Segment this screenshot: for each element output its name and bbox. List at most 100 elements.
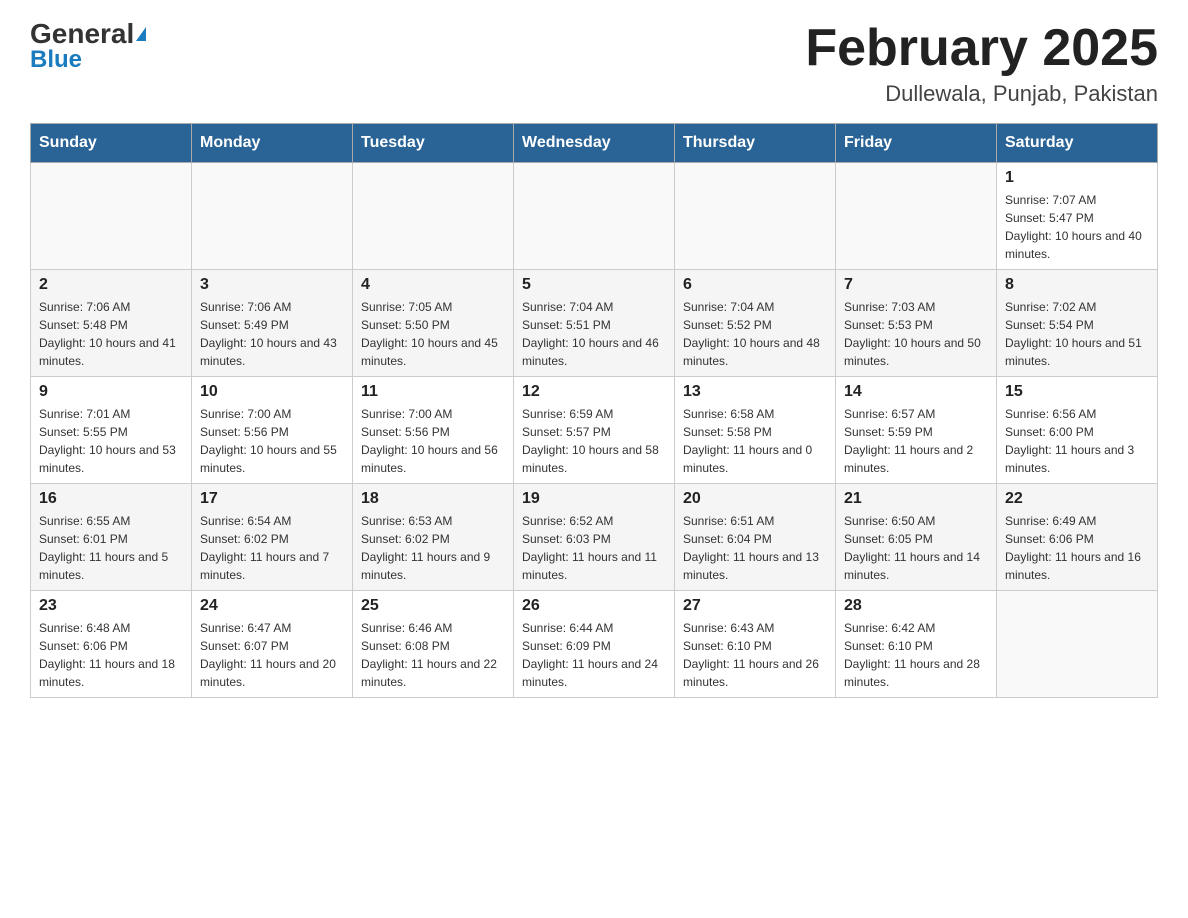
- day-number: 8: [1005, 276, 1149, 294]
- calendar-cell: [192, 163, 353, 270]
- logo-triangle-icon: [136, 27, 146, 41]
- calendar-cell: 7 Sunrise: 7:03 AM Sunset: 5:53 PM Daylig…: [836, 270, 997, 377]
- day-info: Sunrise: 6:47 AM Sunset: 6:07 PM Dayligh…: [200, 619, 344, 691]
- calendar-cell: [675, 163, 836, 270]
- calendar-row: 16 Sunrise: 6:55 AM Sunset: 6:01 PM Dayli…: [31, 484, 1158, 591]
- calendar-cell: [31, 163, 192, 270]
- calendar-row: 9Sunrise: 7:01 AM Sunset: 5:55 PM Daylig…: [31, 377, 1158, 484]
- weekday-header-wednesday: Wednesday: [514, 124, 675, 163]
- calendar-cell: 20 Sunrise: 6:51 AM Sunset: 6:04 PM Dayli…: [675, 484, 836, 591]
- calendar-cell: [514, 163, 675, 270]
- calendar-cell: 28 Sunrise: 6:42 AM Sunset: 6:10 PM Dayli…: [836, 591, 997, 698]
- day-number: 21: [844, 490, 988, 508]
- day-number: 26: [522, 597, 666, 615]
- title-area: February 2025 Dullewala, Punjab, Pakista…: [805, 20, 1158, 107]
- day-number: 25: [361, 597, 505, 615]
- day-info: Sunrise: 7:06 AM Sunset: 5:49 PM Dayligh…: [200, 298, 344, 370]
- calendar-cell: 2 Sunrise: 7:06 AM Sunset: 5:48 PM Daylig…: [31, 270, 192, 377]
- day-number: 11: [361, 383, 505, 401]
- calendar-cell: 1 Sunrise: 7:07 AM Sunset: 5:47 PM Daylig…: [997, 163, 1158, 270]
- day-number: 12: [522, 383, 666, 401]
- calendar-cell: 11Sunrise: 7:00 AM Sunset: 5:56 PM Dayli…: [353, 377, 514, 484]
- day-info: Sunrise: 7:04 AM Sunset: 5:52 PM Dayligh…: [683, 298, 827, 370]
- calendar-cell: 23 Sunrise: 6:48 AM Sunset: 6:06 PM Dayli…: [31, 591, 192, 698]
- weekday-header-friday: Friday: [836, 124, 997, 163]
- calendar-cell: 12Sunrise: 6:59 AM Sunset: 5:57 PM Dayli…: [514, 377, 675, 484]
- weekday-header-row: SundayMondayTuesdayWednesdayThursdayFrid…: [31, 124, 1158, 163]
- calendar-row: 1 Sunrise: 7:07 AM Sunset: 5:47 PM Daylig…: [31, 163, 1158, 270]
- calendar-cell: 19 Sunrise: 6:52 AM Sunset: 6:03 PM Dayli…: [514, 484, 675, 591]
- day-info: Sunrise: 6:55 AM Sunset: 6:01 PM Dayligh…: [39, 512, 183, 584]
- day-info: Sunrise: 6:46 AM Sunset: 6:08 PM Dayligh…: [361, 619, 505, 691]
- logo: General Blue: [30, 20, 146, 72]
- logo-blue: Blue: [30, 48, 82, 72]
- day-info: Sunrise: 6:56 AM Sunset: 6:00 PM Dayligh…: [1005, 405, 1149, 477]
- day-number: 20: [683, 490, 827, 508]
- day-info: Sunrise: 7:02 AM Sunset: 5:54 PM Dayligh…: [1005, 298, 1149, 370]
- calendar-cell: 10 Sunrise: 7:00 AM Sunset: 5:56 PM Dayli…: [192, 377, 353, 484]
- calendar-cell: [836, 163, 997, 270]
- day-info: Sunrise: 6:52 AM Sunset: 6:03 PM Dayligh…: [522, 512, 666, 584]
- calendar-cell: 21 Sunrise: 6:50 AM Sunset: 6:05 PM Dayli…: [836, 484, 997, 591]
- day-info: Sunrise: 7:03 AM Sunset: 5:53 PM Dayligh…: [844, 298, 988, 370]
- day-info: Sunrise: 6:48 AM Sunset: 6:06 PM Dayligh…: [39, 619, 183, 691]
- location: Dullewala, Punjab, Pakistan: [805, 81, 1158, 107]
- logo-general: General: [30, 20, 134, 48]
- day-number: 1: [1005, 169, 1149, 187]
- calendar-cell: [353, 163, 514, 270]
- day-info: Sunrise: 7:00 AM Sunset: 5:56 PM Dayligh…: [200, 405, 344, 477]
- day-info: Sunrise: 6:50 AM Sunset: 6:05 PM Dayligh…: [844, 512, 988, 584]
- day-number: 3: [200, 276, 344, 294]
- weekday-header-sunday: Sunday: [31, 124, 192, 163]
- day-number: 27: [683, 597, 827, 615]
- day-number: 16: [39, 490, 183, 508]
- day-info: Sunrise: 6:54 AM Sunset: 6:02 PM Dayligh…: [200, 512, 344, 584]
- calendar-cell: 8 Sunrise: 7:02 AM Sunset: 5:54 PM Daylig…: [997, 270, 1158, 377]
- day-info: Sunrise: 6:49 AM Sunset: 6:06 PM Dayligh…: [1005, 512, 1149, 584]
- day-info: Sunrise: 7:01 AM Sunset: 5:55 PM Dayligh…: [39, 405, 183, 477]
- day-info: Sunrise: 6:42 AM Sunset: 6:10 PM Dayligh…: [844, 619, 988, 691]
- day-number: 28: [844, 597, 988, 615]
- weekday-header-monday: Monday: [192, 124, 353, 163]
- day-info: Sunrise: 6:44 AM Sunset: 6:09 PM Dayligh…: [522, 619, 666, 691]
- day-number: 19: [522, 490, 666, 508]
- day-info: Sunrise: 6:58 AM Sunset: 5:58 PM Dayligh…: [683, 405, 827, 477]
- calendar-cell: 22 Sunrise: 6:49 AM Sunset: 6:06 PM Dayli…: [997, 484, 1158, 591]
- calendar-cell: 15 Sunrise: 6:56 AM Sunset: 6:00 PM Dayli…: [997, 377, 1158, 484]
- day-number: 22: [1005, 490, 1149, 508]
- day-number: 7: [844, 276, 988, 294]
- calendar-table: SundayMondayTuesdayWednesdayThursdayFrid…: [30, 123, 1158, 698]
- day-info: Sunrise: 7:06 AM Sunset: 5:48 PM Dayligh…: [39, 298, 183, 370]
- day-number: 10: [200, 383, 344, 401]
- calendar-cell: 27 Sunrise: 6:43 AM Sunset: 6:10 PM Dayli…: [675, 591, 836, 698]
- day-number: 2: [39, 276, 183, 294]
- weekday-header-tuesday: Tuesday: [353, 124, 514, 163]
- day-info: Sunrise: 7:04 AM Sunset: 5:51 PM Dayligh…: [522, 298, 666, 370]
- day-number: 6: [683, 276, 827, 294]
- day-number: 5: [522, 276, 666, 294]
- calendar-cell: 16 Sunrise: 6:55 AM Sunset: 6:01 PM Dayli…: [31, 484, 192, 591]
- day-info: Sunrise: 7:07 AM Sunset: 5:47 PM Dayligh…: [1005, 191, 1149, 263]
- calendar-cell: 26 Sunrise: 6:44 AM Sunset: 6:09 PM Dayli…: [514, 591, 675, 698]
- calendar-cell: 14Sunrise: 6:57 AM Sunset: 5:59 PM Dayli…: [836, 377, 997, 484]
- calendar-row: 2 Sunrise: 7:06 AM Sunset: 5:48 PM Daylig…: [31, 270, 1158, 377]
- calendar-cell: [997, 591, 1158, 698]
- calendar-cell: 17 Sunrise: 6:54 AM Sunset: 6:02 PM Dayli…: [192, 484, 353, 591]
- day-number: 13: [683, 383, 827, 401]
- calendar-cell: 5 Sunrise: 7:04 AM Sunset: 5:51 PM Daylig…: [514, 270, 675, 377]
- calendar-row: 23 Sunrise: 6:48 AM Sunset: 6:06 PM Dayli…: [31, 591, 1158, 698]
- calendar-cell: 18Sunrise: 6:53 AM Sunset: 6:02 PM Dayli…: [353, 484, 514, 591]
- day-info: Sunrise: 6:53 AM Sunset: 6:02 PM Dayligh…: [361, 512, 505, 584]
- day-number: 4: [361, 276, 505, 294]
- day-number: 17: [200, 490, 344, 508]
- calendar-cell: 25 Sunrise: 6:46 AM Sunset: 6:08 PM Dayli…: [353, 591, 514, 698]
- day-info: Sunrise: 6:51 AM Sunset: 6:04 PM Dayligh…: [683, 512, 827, 584]
- calendar-cell: 6 Sunrise: 7:04 AM Sunset: 5:52 PM Daylig…: [675, 270, 836, 377]
- day-number: 24: [200, 597, 344, 615]
- day-number: 15: [1005, 383, 1149, 401]
- day-number: 23: [39, 597, 183, 615]
- day-info: Sunrise: 6:43 AM Sunset: 6:10 PM Dayligh…: [683, 619, 827, 691]
- page-header: General Blue February 2025 Dullewala, Pu…: [30, 20, 1158, 107]
- day-info: Sunrise: 6:57 AM Sunset: 5:59 PM Dayligh…: [844, 405, 988, 477]
- calendar-cell: 24 Sunrise: 6:47 AM Sunset: 6:07 PM Dayli…: [192, 591, 353, 698]
